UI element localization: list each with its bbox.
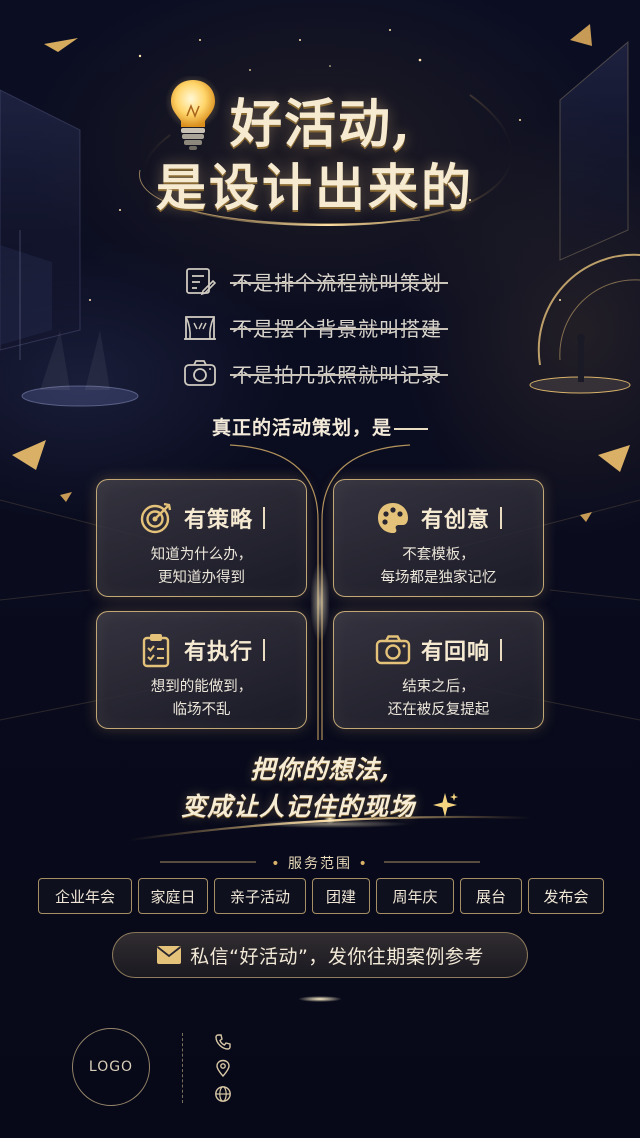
palette-icon [377,503,408,533]
card-desc-line: 知道为什么办， [150,547,253,563]
negation-text: 不是摆个背景就叫搭建 [230,313,448,342]
hero-title: 好活动, 是设计出来的 [0,72,640,217]
sparkle-icon [432,793,458,817]
service-tag: 团建 [312,878,370,914]
phone-icon[interactable] [214,1033,232,1051]
card-title: 有创意 [420,508,490,533]
card-desc-line: 临场不乱 [172,702,231,718]
card-desc-line: 不套模板， [402,547,475,563]
subhead-text: 真正的活动策划，是 [211,417,392,439]
card-description: 想到的能做到， 临场不乱 [97,676,306,722]
negation-item: 不是拍几张照就叫记录 [182,350,482,396]
card-title-bar [263,507,265,529]
clipboard-check-icon [142,634,170,668]
bullet-dot: • [358,856,369,872]
feature-card-response: 有回响 结束之后， 还在被反复提起 [333,611,544,729]
negation-item: 不是摆个背景就叫搭建 [182,304,482,350]
service-tag: 发布会 [528,878,604,914]
card-desc-line: 想到的能做到， [150,679,253,695]
footer-divider [182,1033,183,1103]
card-title: 有执行 [183,640,253,665]
service-tags: 企业年会 家庭日 亲子活动 团建 周年庆 展台 发布会 [38,878,604,914]
target-icon [140,502,172,534]
camera-icon [375,635,411,665]
card-desc-line: 更知道办得到 [158,570,245,586]
logo-placeholder: LOGO [72,1028,150,1106]
card-desc-line: 结束之后， [402,679,475,695]
title-line-1: 好活动, [230,94,413,155]
negation-text: 不是拍几张照就叫记录 [230,359,448,388]
lightbulb-icon [165,76,221,150]
feature-card-execution: 有执行 想到的能做到， 临场不乱 [96,611,307,729]
negation-item: 不是排个流程就叫策划 [182,258,482,304]
dash-decoration [394,427,428,430]
card-title-bar [263,639,265,661]
card-description: 不套模板， 每场都是独家记忆 [334,544,543,590]
negation-text: 不是排个流程就叫策划 [230,267,448,296]
card-description: 知道为什么办， 更知道办得到 [97,544,306,590]
card-title-bar [500,639,502,661]
card-description: 结束之后， 还在被反复提起 [334,676,543,722]
negation-list: 不是排个流程就叫策划 不是摆个背景就叫搭建 不是拍几张照就叫记录 [182,258,482,396]
contact-cta-button[interactable]: 私信“好活动”，发你往期案例参考 [112,932,528,978]
slogan-line-1: 把你的想法, [250,755,390,784]
card-desc-line: 还在被反复提起 [387,702,490,718]
section-subhead: 真正的活动策划，是 [0,413,640,440]
edit-list-icon [186,268,217,296]
services-title-text: 服务范围 [288,856,352,872]
cta-text: 私信“好活动”，发你往期案例参考 [190,945,484,968]
service-tag: 周年庆 [376,878,454,914]
service-tag: 企业年会 [38,878,132,914]
services-title: • 服务范围 • [0,853,640,873]
location-icon[interactable] [214,1059,232,1077]
mail-icon [157,946,182,964]
card-title: 有策略 [183,508,253,533]
title-line-2: 是设计出来的 [156,158,474,217]
slogan-line-2: 变成让人记住的现场 [0,787,640,823]
poster: 好活动, 是设计出来的 不是排个流程就叫策划 不是摆个背景就叫搭建 不是拍几张照… [0,0,640,1138]
card-title: 有回响 [420,640,490,665]
camera-icon [184,360,216,386]
card-desc-line: 每场都是独家记忆 [380,570,497,586]
feature-card-creativity: 有创意 不套模板， 每场都是独家记忆 [333,479,544,597]
service-tag: 展台 [460,878,522,914]
card-title-bar [500,507,502,529]
bullet-dot: • [271,856,282,872]
feature-card-strategy: 有策略 知道为什么办， 更知道办得到 [96,479,307,597]
service-tag: 亲子活动 [214,878,306,914]
globe-icon[interactable] [214,1085,232,1103]
stage-backdrop-icon [184,316,216,340]
slogan-text: 变成让人记住的现场 [181,792,416,821]
service-tag: 家庭日 [138,878,208,914]
